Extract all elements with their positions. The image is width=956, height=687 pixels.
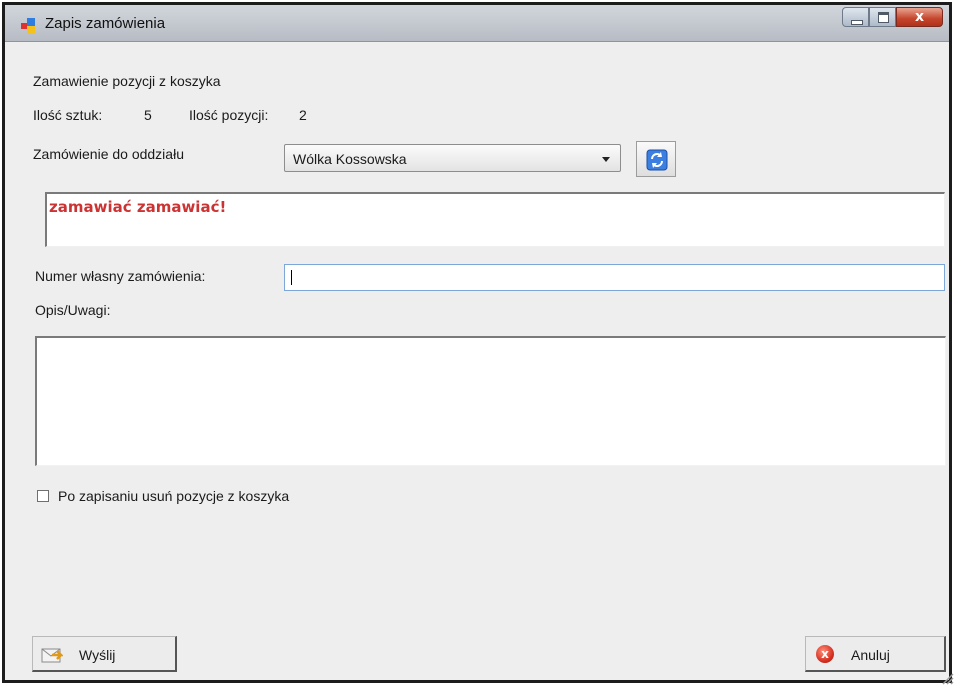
branch-select-value: Wólka Kossowska <box>293 151 407 167</box>
send-icon <box>41 648 63 663</box>
send-button[interactable]: Wyślij <box>32 636 177 672</box>
app-icon <box>21 18 39 34</box>
qty-label: Ilość sztuk: <box>33 107 103 123</box>
title-bar[interactable]: Zapis zamówienia x <box>5 5 949 42</box>
positions-label: Ilość pozycji: <box>189 107 269 123</box>
message-box: zamawiać zamawiać! <box>45 192 945 247</box>
branch-select[interactable]: Wólka Kossowska <box>284 144 621 172</box>
maximize-icon <box>878 12 889 23</box>
branch-label: Zamówienie do oddziału <box>33 146 184 162</box>
notes-textarea[interactable] <box>35 336 946 466</box>
message-text: zamawiać zamawiać! <box>49 198 227 216</box>
minimize-icon <box>851 20 863 25</box>
close-button[interactable]: x <box>896 7 943 27</box>
cancel-icon: x <box>816 645 834 663</box>
own-number-input[interactable] <box>284 264 945 291</box>
own-number-label: Numer własny zamówienia: <box>35 268 206 284</box>
cancel-button[interactable]: x Anuluj <box>805 636 946 672</box>
maximize-button[interactable] <box>869 7 896 27</box>
refresh-button[interactable] <box>636 141 676 177</box>
text-caret <box>291 270 292 285</box>
send-button-label: Wyślij <box>79 647 116 663</box>
window-title: Zapis zamówienia <box>45 15 166 32</box>
notes-label: Opis/Uwagi: <box>35 302 111 318</box>
chevron-down-icon <box>602 157 610 162</box>
caption-buttons: x <box>842 7 943 29</box>
qty-value: 5 <box>144 107 152 123</box>
resize-grip-icon[interactable] <box>940 671 954 685</box>
refresh-icon <box>646 149 668 171</box>
order-heading: Zamawienie pozycji z koszyka <box>33 73 221 89</box>
cancel-button-label: Anuluj <box>851 647 890 663</box>
clear-cart-label[interactable]: Po zapisaniu usuń pozycje z koszyka <box>58 488 289 504</box>
clear-cart-checkbox[interactable] <box>37 490 49 502</box>
close-icon: x <box>914 9 925 25</box>
positions-value: 2 <box>299 107 307 123</box>
minimize-button[interactable] <box>842 7 869 27</box>
